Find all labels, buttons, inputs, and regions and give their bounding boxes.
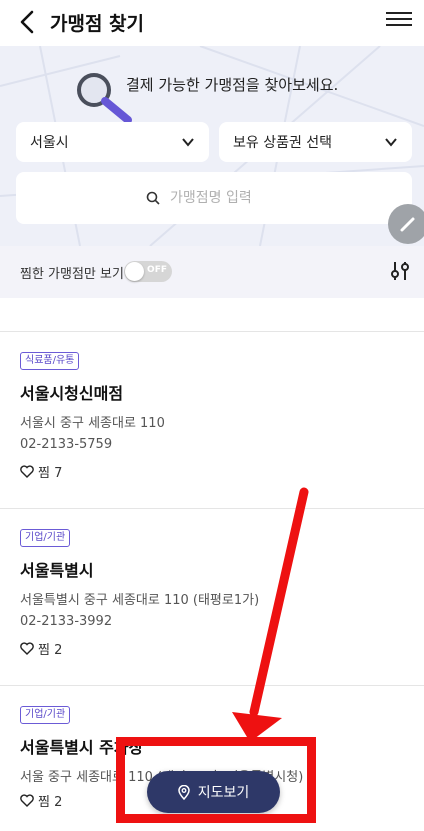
- chevron-down-icon: [385, 138, 397, 147]
- favorites-only-toggle[interactable]: OFF: [124, 261, 172, 282]
- store-search-input[interactable]: [168, 189, 282, 207]
- voucher-select-value: 보유 상품권 선택: [233, 135, 333, 151]
- store-phone: 02-2133-3992: [20, 614, 113, 629]
- like-count[interactable]: 찜 2: [20, 639, 62, 658]
- store-name: 서울시청신매점: [20, 384, 124, 403]
- like-count[interactable]: 찜 2: [20, 791, 62, 810]
- search-icon: [146, 191, 160, 205]
- city-select[interactable]: 서울시: [16, 122, 209, 162]
- favorites-filter-bar: 찜한 가맹점만 보기 OFF: [0, 246, 424, 298]
- like-count[interactable]: 찜 7: [20, 462, 62, 481]
- hero-message: 결제 가능한 가맹점을 찾아보세요.: [126, 76, 339, 94]
- store-phone: 02-2133-5759: [20, 437, 113, 452]
- like-count-text: 찜 2: [38, 643, 63, 658]
- edit-pencil-icon[interactable]: [388, 204, 424, 244]
- voucher-select[interactable]: 보유 상품권 선택: [219, 122, 412, 162]
- toggle-knob: [125, 262, 144, 281]
- category-badge: 식료품/유통: [20, 352, 80, 370]
- app-header: 가맹점 찾기: [0, 0, 424, 46]
- heart-icon: [20, 794, 34, 807]
- search-panel: 결제 가능한 가맹점을 찾아보세요. 서울시 보유 상품권 선택: [0, 46, 424, 246]
- store-address: 서울시 중구 세종대로 110: [20, 416, 165, 431]
- chevron-down-icon: [182, 138, 194, 147]
- filter-sliders-icon[interactable]: [390, 260, 410, 282]
- back-arrow-icon[interactable]: [14, 8, 42, 36]
- favorites-only-label: 찜한 가맹점만 보기: [20, 267, 124, 282]
- magnifier-illustration-icon: [77, 73, 132, 124]
- hamburger-menu-icon[interactable]: [386, 8, 412, 34]
- annotation-highlight-box: [116, 737, 316, 823]
- store-address: 서울특별시 중구 세종대로 110 (태평로1가): [20, 593, 260, 608]
- store-search-box[interactable]: [16, 172, 412, 224]
- like-count-text: 찜 7: [38, 466, 63, 481]
- store-card[interactable]: 기업/기관 서울특별시 서울특별시 중구 세종대로 110 (태평로1가) 02…: [0, 509, 424, 685]
- category-badge: 기업/기관: [20, 706, 71, 724]
- store-card[interactable]: 식료품/유통 서울시청신매점 서울시 중구 세종대로 110 02-2133-5…: [0, 332, 424, 508]
- heart-icon: [20, 642, 34, 655]
- like-count-text: 찜 2: [38, 795, 63, 810]
- heart-icon: [20, 465, 34, 478]
- category-badge: 기업/기관: [20, 529, 71, 547]
- store-name: 서울특별시: [20, 561, 94, 580]
- page-title: 가맹점 찾기: [50, 13, 145, 35]
- toggle-state-label: OFF: [147, 265, 167, 275]
- city-select-value: 서울시: [30, 135, 69, 151]
